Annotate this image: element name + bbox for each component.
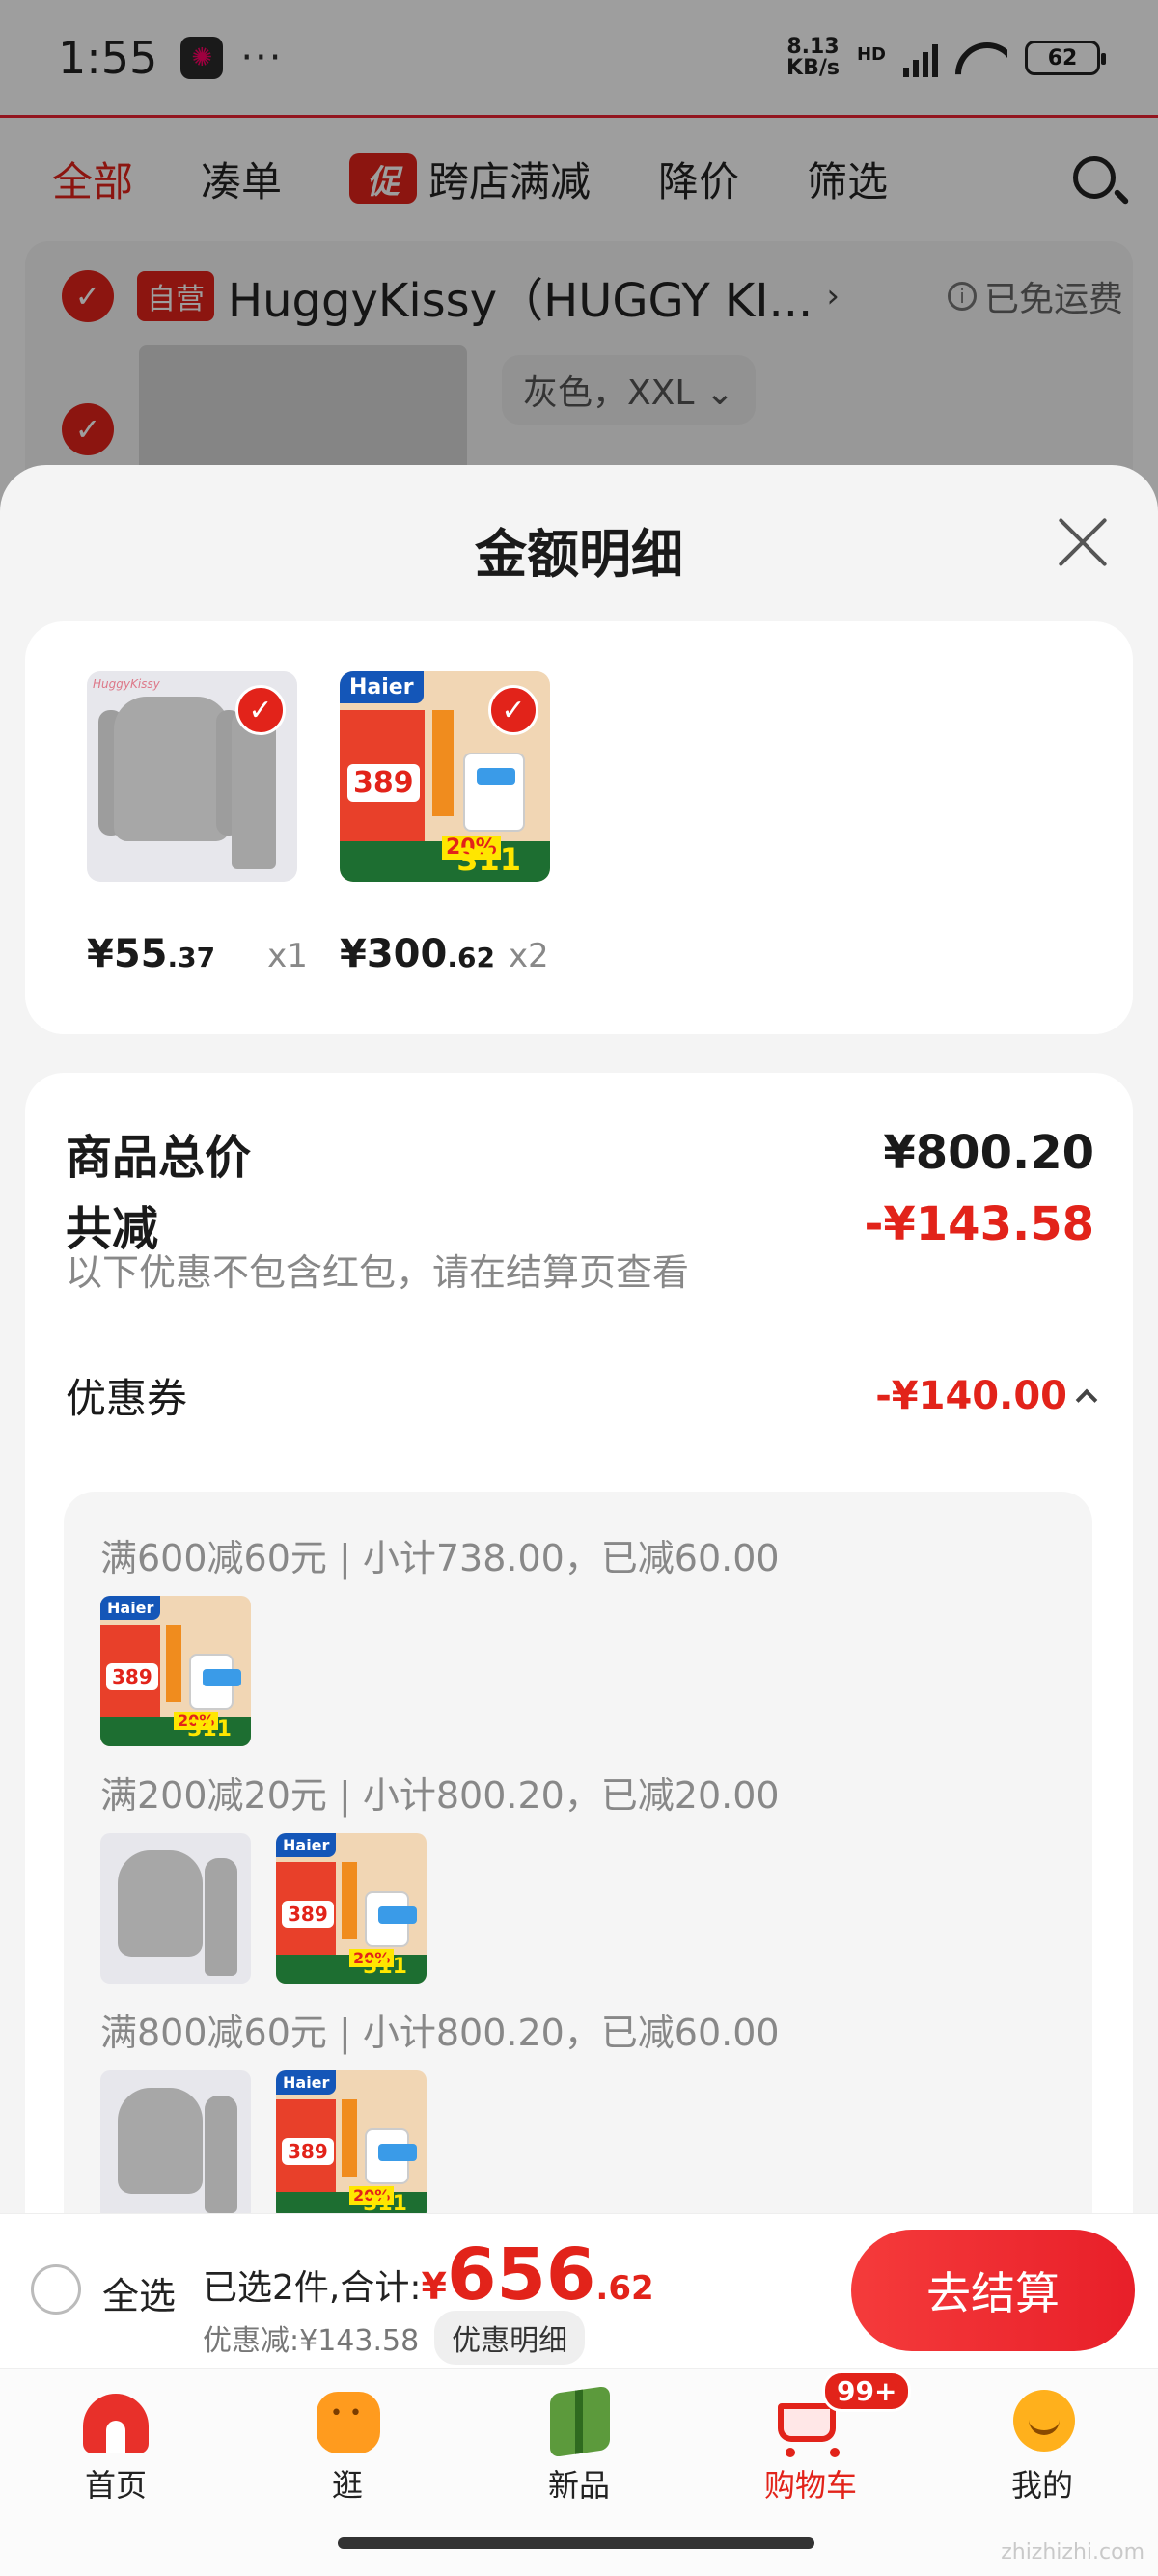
order-total: 已选2件,合计: ¥ 656 .62 <box>203 2233 654 2316</box>
amount-detail-sheet: 金额明细 HuggyKissy ✓ ¥55.37 x1 Haier 389 20… <box>0 465 1158 2213</box>
watermark: zhizhizhi.com <box>1001 2540 1144 2564</box>
sheet-title: 金额明细 <box>475 524 683 585</box>
promo-price-tag: 389 <box>347 764 420 802</box>
total-price-label: 商品总价 <box>66 1131 252 1185</box>
selected-items-card: HuggyKissy ✓ ¥55.37 x1 Haier 389 20% 311 … <box>25 621 1133 1034</box>
checkout-button[interactable]: 去结算 <box>851 2230 1135 2351</box>
item-price: ¥55.37 <box>87 932 216 976</box>
coupon-item-thumbnail <box>100 1833 251 1984</box>
selected-item[interactable]: HuggyKissy ✓ ¥55.37 x1 <box>87 671 308 976</box>
price-detail-card: 商品总价 ¥800.20 共减 -¥143.58 以下优惠不包含红包，请在结算页… <box>25 1073 1133 2213</box>
nav-new[interactable]: 新品 <box>492 2385 666 2506</box>
coupon-item-thumbnail <box>100 2070 251 2213</box>
coupon-value[interactable]: -¥140.00 <box>875 1374 1098 1418</box>
savings-amount: 优惠减:¥143.58 <box>203 2324 420 2358</box>
chevron-up-icon <box>1075 1388 1098 1411</box>
nav-stroll[interactable]: 逛 <box>261 2386 434 2506</box>
coupon-rule: 满200减20元 | 小计800.20，已减20.00 <box>100 1774 780 1817</box>
selected-item[interactable]: Haier 389 20% 311 ✓ ¥300.62 x2 <box>340 671 550 976</box>
savings-line: 优惠减:¥143.58 优惠明细 <box>203 2311 586 2365</box>
select-all-label[interactable]: 全选 <box>102 2266 176 2319</box>
coupon-item-thumbnail: Haier 389 20% 311 <box>276 1833 427 1984</box>
item-selected-check-icon: ✓ <box>235 685 286 735</box>
checkout-bar: 全选 已选2件,合计: ¥ 656 .62 优惠减:¥143.58 优惠明细 去… <box>0 2213 1158 2368</box>
coupon-item-thumbnail: Haier 389 20% 311 <box>100 1596 251 1746</box>
new-products-icon <box>540 2385 618 2458</box>
discount-value: -¥143.58 <box>864 1197 1094 1251</box>
coupon-rule: 满800减60元 | 小计800.20，已减60.00 <box>100 2012 780 2054</box>
nav-home[interactable]: 首页 <box>29 2386 203 2506</box>
coupon-label: 优惠券 <box>66 1375 188 1422</box>
thermal-underwear-image: HuggyKissy ✓ <box>87 671 297 882</box>
cart-icon: 99+ <box>772 2370 912 2457</box>
item-selected-check-icon: ✓ <box>488 685 538 735</box>
nav-cart[interactable]: 99+ 购物车 <box>724 2370 912 2506</box>
item-quantity: x2 <box>508 937 549 975</box>
brand-mark: HuggyKissy <box>93 677 160 691</box>
total-price-row: 商品总价 ¥800.20 <box>66 1119 1094 1187</box>
item-quantity: x1 <box>267 937 308 975</box>
coupon-row[interactable]: 优惠券 -¥140.00 <box>66 1366 1098 1425</box>
profile-icon <box>1004 2386 1081 2455</box>
discount-note: 以下优惠不包含红包，请在结算页查看 <box>66 1251 690 1294</box>
brand-mark: Haier <box>340 671 424 703</box>
coupon-rule: 满600减60元 | 小计738.00，已减60.00 <box>100 1537 780 1579</box>
cart-count-badge: 99+ <box>822 2370 912 2412</box>
stroll-icon <box>309 2386 386 2455</box>
total-price-value: ¥800.20 <box>883 1126 1094 1180</box>
coupon-item-thumbnail: Haier 389 20% 311 <box>276 2070 427 2213</box>
close-icon[interactable] <box>1054 513 1112 571</box>
select-all-checkbox[interactable] <box>31 2264 81 2315</box>
coupon-breakdown: 满600减60元 | 小计738.00，已减60.00 Haier 389 20… <box>64 1492 1092 2213</box>
discount-detail-button[interactable]: 优惠明细 <box>434 2311 586 2365</box>
home-icon <box>77 2386 154 2455</box>
nav-mine[interactable]: 我的 <box>955 2386 1129 2506</box>
home-indicator[interactable] <box>338 2537 814 2549</box>
haier-water-heater-image: Haier 389 20% 311 ✓ <box>340 671 550 882</box>
item-price: ¥300.62 <box>340 932 495 976</box>
